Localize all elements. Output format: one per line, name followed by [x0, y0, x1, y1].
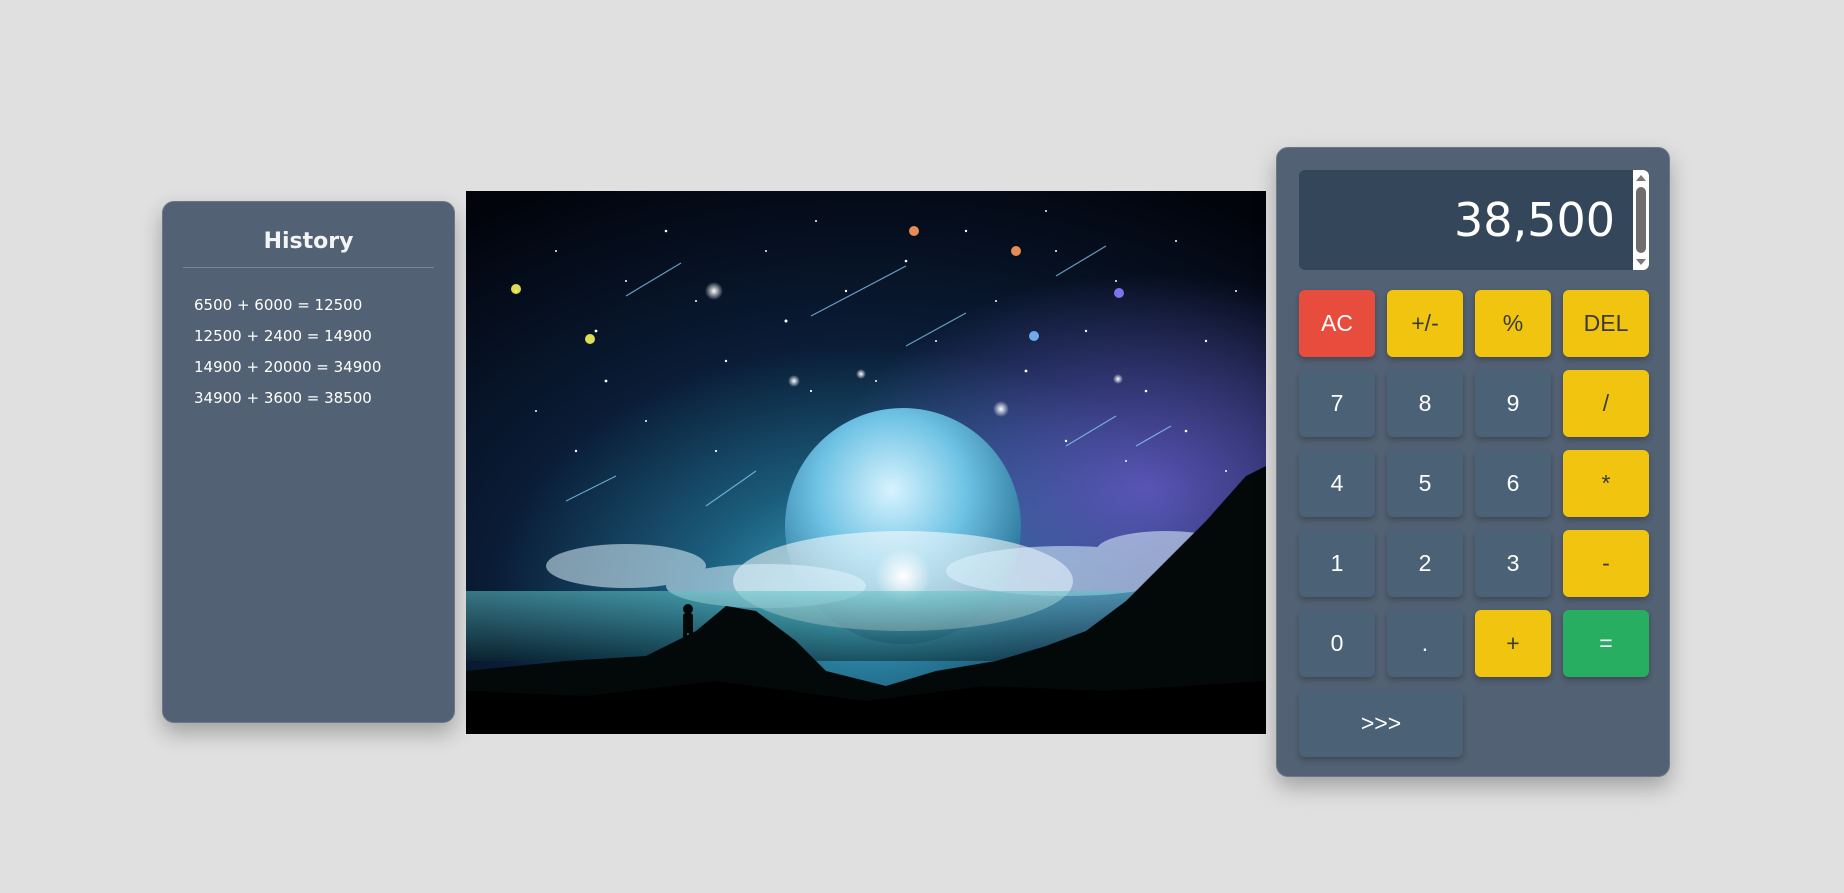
digit-7-button[interactable]: 7	[1299, 370, 1375, 437]
history-divider	[183, 267, 434, 268]
scroll-thumb[interactable]	[1636, 187, 1646, 253]
all-clear-button[interactable]: AC	[1299, 290, 1375, 357]
scroll-down-arrow-icon[interactable]	[1636, 259, 1646, 265]
divide-button[interactable]: /	[1563, 370, 1649, 437]
multiply-button[interactable]: *	[1563, 450, 1649, 517]
digit-1-button[interactable]: 1	[1299, 530, 1375, 597]
digit-8-button[interactable]: 8	[1387, 370, 1463, 437]
digit-4-button[interactable]: 4	[1299, 450, 1375, 517]
plus-minus-button[interactable]: +/-	[1387, 290, 1463, 357]
digit-5-button[interactable]: 5	[1387, 450, 1463, 517]
history-entry[interactable]: 12500 + 2400 = 14900	[194, 321, 454, 352]
digit-6-button[interactable]: 6	[1475, 450, 1551, 517]
equals-button[interactable]: =	[1563, 610, 1649, 677]
add-button[interactable]: +	[1475, 610, 1551, 677]
delete-button[interactable]: DEL	[1563, 290, 1649, 357]
history-entry[interactable]: 6500 + 6000 = 12500	[194, 290, 454, 321]
digit-0-button[interactable]: 0	[1299, 610, 1375, 677]
history-list: 6500 + 6000 = 12500 12500 + 2400 = 14900…	[163, 290, 454, 414]
display-scrollbar[interactable]	[1633, 170, 1649, 270]
space-scene-image	[466, 191, 1266, 734]
decimal-button[interactable]: .	[1387, 610, 1463, 677]
digit-2-button[interactable]: 2	[1387, 530, 1463, 597]
display-value: 38,500	[1454, 193, 1615, 247]
history-title: History	[263, 229, 354, 254]
calculator-display: 38,500	[1299, 170, 1649, 270]
toggle-history-button[interactable]: >>>	[1299, 690, 1463, 757]
subtract-button[interactable]: -	[1563, 530, 1649, 597]
calculator-panel: 38,500 AC +/- % DEL 7 8 9 / 4 5 6 * 1 2 …	[1276, 147, 1670, 777]
history-entry[interactable]: 34900 + 3600 = 38500	[194, 383, 454, 414]
history-entry[interactable]: 14900 + 20000 = 34900	[194, 352, 454, 383]
scroll-up-arrow-icon[interactable]	[1636, 175, 1646, 181]
percent-button[interactable]: %	[1475, 290, 1551, 357]
app-stage: History 6500 + 6000 = 12500 12500 + 2400…	[0, 0, 1844, 893]
history-panel: History 6500 + 6000 = 12500 12500 + 2400…	[162, 201, 455, 723]
digit-9-button[interactable]: 9	[1475, 370, 1551, 437]
digit-3-button[interactable]: 3	[1475, 530, 1551, 597]
